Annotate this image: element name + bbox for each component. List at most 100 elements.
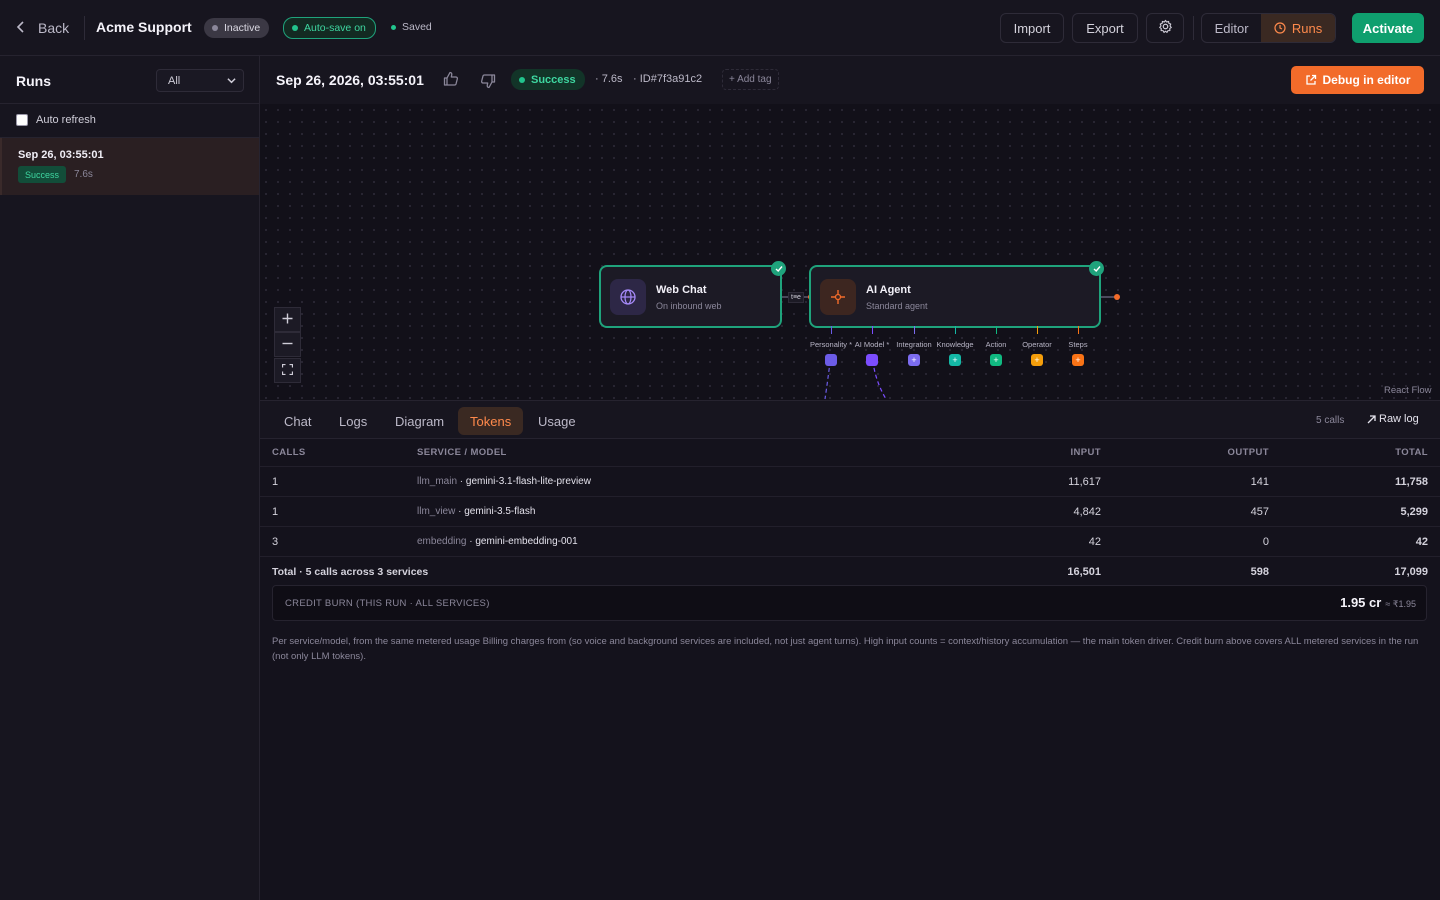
tokens-footnote: Per service/model, from the same metered… [272,636,1419,662]
handle-connector [1078,326,1079,334]
credit-burn-box: CREDIT BURN (THIS RUN · ALL SERVICES) 1.… [272,585,1427,621]
totals-input: 16,501 [1067,566,1101,578]
run-toolbar: Sep 26, 2026, 03:55:01 Success · 7.6s · … [260,56,1440,104]
row-input: 42 [1088,536,1101,548]
editor-tab[interactable]: Editor [1202,14,1261,42]
divider [0,103,259,104]
autosave-badge[interactable]: Auto-save on [283,17,376,39]
tab-logs[interactable]: Logs [327,407,379,435]
raw-log-link[interactable]: Raw log [1367,413,1419,425]
back-button[interactable]: Back [16,18,69,38]
runs-tab[interactable]: Runs [1261,14,1335,42]
row-input: 11,617 [1068,476,1101,488]
react-flow-attribution[interactable]: React Flow [1384,385,1432,396]
column-header: SERVICE / MODEL [417,447,507,458]
run-list-item[interactable]: Sep 26, 03:55:01 Success 7.6s [0,138,259,195]
thumbs-down-button[interactable] [479,72,497,93]
status-filter-select[interactable]: All [156,69,244,92]
thumbs-down-icon [479,74,497,93]
auto-refresh-label: Auto refresh [36,114,96,126]
row-service-model: llm_view · gemini-3.5-flash [417,506,536,517]
row-calls: 1 [272,476,279,488]
run-date: Sep 26, 03:55:01 [18,149,104,161]
status-badge: Inactive [204,18,270,38]
back-label: Back [38,20,70,36]
clock-icon [1274,22,1286,34]
column-header: TOTAL [1395,447,1428,458]
totals-total: 17,099 [1394,566,1428,578]
calls-count: 5 calls [1316,415,1345,426]
credit-burn-label: CREDIT BURN (THIS RUN · ALL SERVICES) [285,598,490,609]
ai-agent-node[interactable]: AI Agent Standard agent [809,265,1101,328]
run-detail-tabs: Chat Logs Diagram Tokens Usage 5 calls R… [260,401,1440,439]
sidebar-title: Runs [16,73,51,89]
tab-usage[interactable]: Usage [526,407,588,435]
thumbs-up-icon [442,71,460,91]
tab-diagram[interactable]: Diagram [383,407,456,435]
runs-sidebar: Runs All Auto refresh Sep 26, 03:55:01 S… [0,56,260,900]
add-connection-button[interactable]: + [949,354,961,366]
handle-connector [872,326,873,334]
table-row: 1 llm_view · gemini-3.5-flash 4,842 457 … [260,497,1440,527]
globe-icon [610,279,646,315]
node-subtitle: Standard agent [866,301,928,311]
auto-refresh-checkbox[interactable] [16,114,28,126]
row-service-model: llm_main · gemini-3.1-flash-lite-preview [417,476,591,487]
run-id: · ID#7f3a91c2 [633,73,703,85]
add-connection-button[interactable]: + [1031,354,1043,366]
row-output: 457 [1250,506,1269,518]
add-tag-button[interactable]: + Add tag [722,69,779,90]
output-handle[interactable] [1114,294,1120,300]
totals-output: 598 [1250,566,1269,578]
tokens-panel: CALLS SERVICE / MODEL INPUT OUTPUT TOTAL… [260,439,1440,900]
success-check-icon [1089,261,1104,276]
handle-connector [955,326,956,334]
add-connection-button[interactable] [866,354,878,366]
credit-burn-value: 1.95 cr ≈ ₹1.95 [1340,595,1416,610]
run-datetime: Sep 26, 2026, 03:55:01 [276,72,424,88]
add-connection-button[interactable]: + [990,354,1002,366]
row-total: 5,299 [1400,506,1428,518]
chevron-down-icon [227,76,236,88]
zoom-in-button[interactable] [274,307,301,332]
node-subtitle: On inbound web [656,301,722,311]
import-button[interactable]: Import [1000,13,1064,43]
add-connection-button[interactable]: + [1072,354,1084,366]
node-title: AI Agent [866,284,911,296]
settings-button[interactable] [1146,13,1184,43]
fit-view-button[interactable] [274,358,301,383]
chevron-left-icon [16,20,30,36]
gear-icon [1158,19,1173,37]
handle-connector [996,326,997,334]
fullscreen-icon [281,363,294,378]
tab-tokens[interactable]: Tokens [458,407,524,435]
run-duration: · 7.6s [595,73,623,85]
row-total: 11,758 [1394,476,1428,488]
totals-row: Total · 5 calls across 3 services 16,501… [260,557,1440,587]
debug-in-editor-button[interactable]: Debug in editor [1291,66,1424,94]
table-row: 3 embedding · gemini-embedding-001 42 0 … [260,527,1440,557]
row-output: 0 [1262,536,1269,548]
success-check-icon [771,261,786,276]
add-connection-button[interactable]: + [908,354,920,366]
plus-icon [282,313,293,327]
handle-connector [914,326,915,334]
handle-label: AI Model * [854,340,890,349]
handle-connector [831,326,832,334]
activate-button[interactable]: Activate [1352,13,1424,43]
sparkle-icon [820,279,856,315]
app-header: Back Acme Support Inactive Auto-save on … [0,0,1440,56]
edge-label: t≡e [788,292,804,303]
export-button[interactable]: Export [1072,13,1138,43]
divider [1193,16,1194,40]
row-output: 141 [1250,476,1269,488]
flow-canvas[interactable]: Web Chat On inbound web t≡e AI Agent Sta… [260,104,1440,401]
web-chat-node[interactable]: Web Chat On inbound web [599,265,782,328]
view-toggle: Editor Runs [1201,13,1336,43]
agent-title: Acme Support [96,19,192,35]
tab-chat[interactable]: Chat [272,407,323,435]
zoom-out-button[interactable] [274,332,301,357]
thumbs-up-button[interactable] [442,70,460,91]
run-status-badge: Success [511,69,585,90]
add-connection-button[interactable] [825,354,837,366]
